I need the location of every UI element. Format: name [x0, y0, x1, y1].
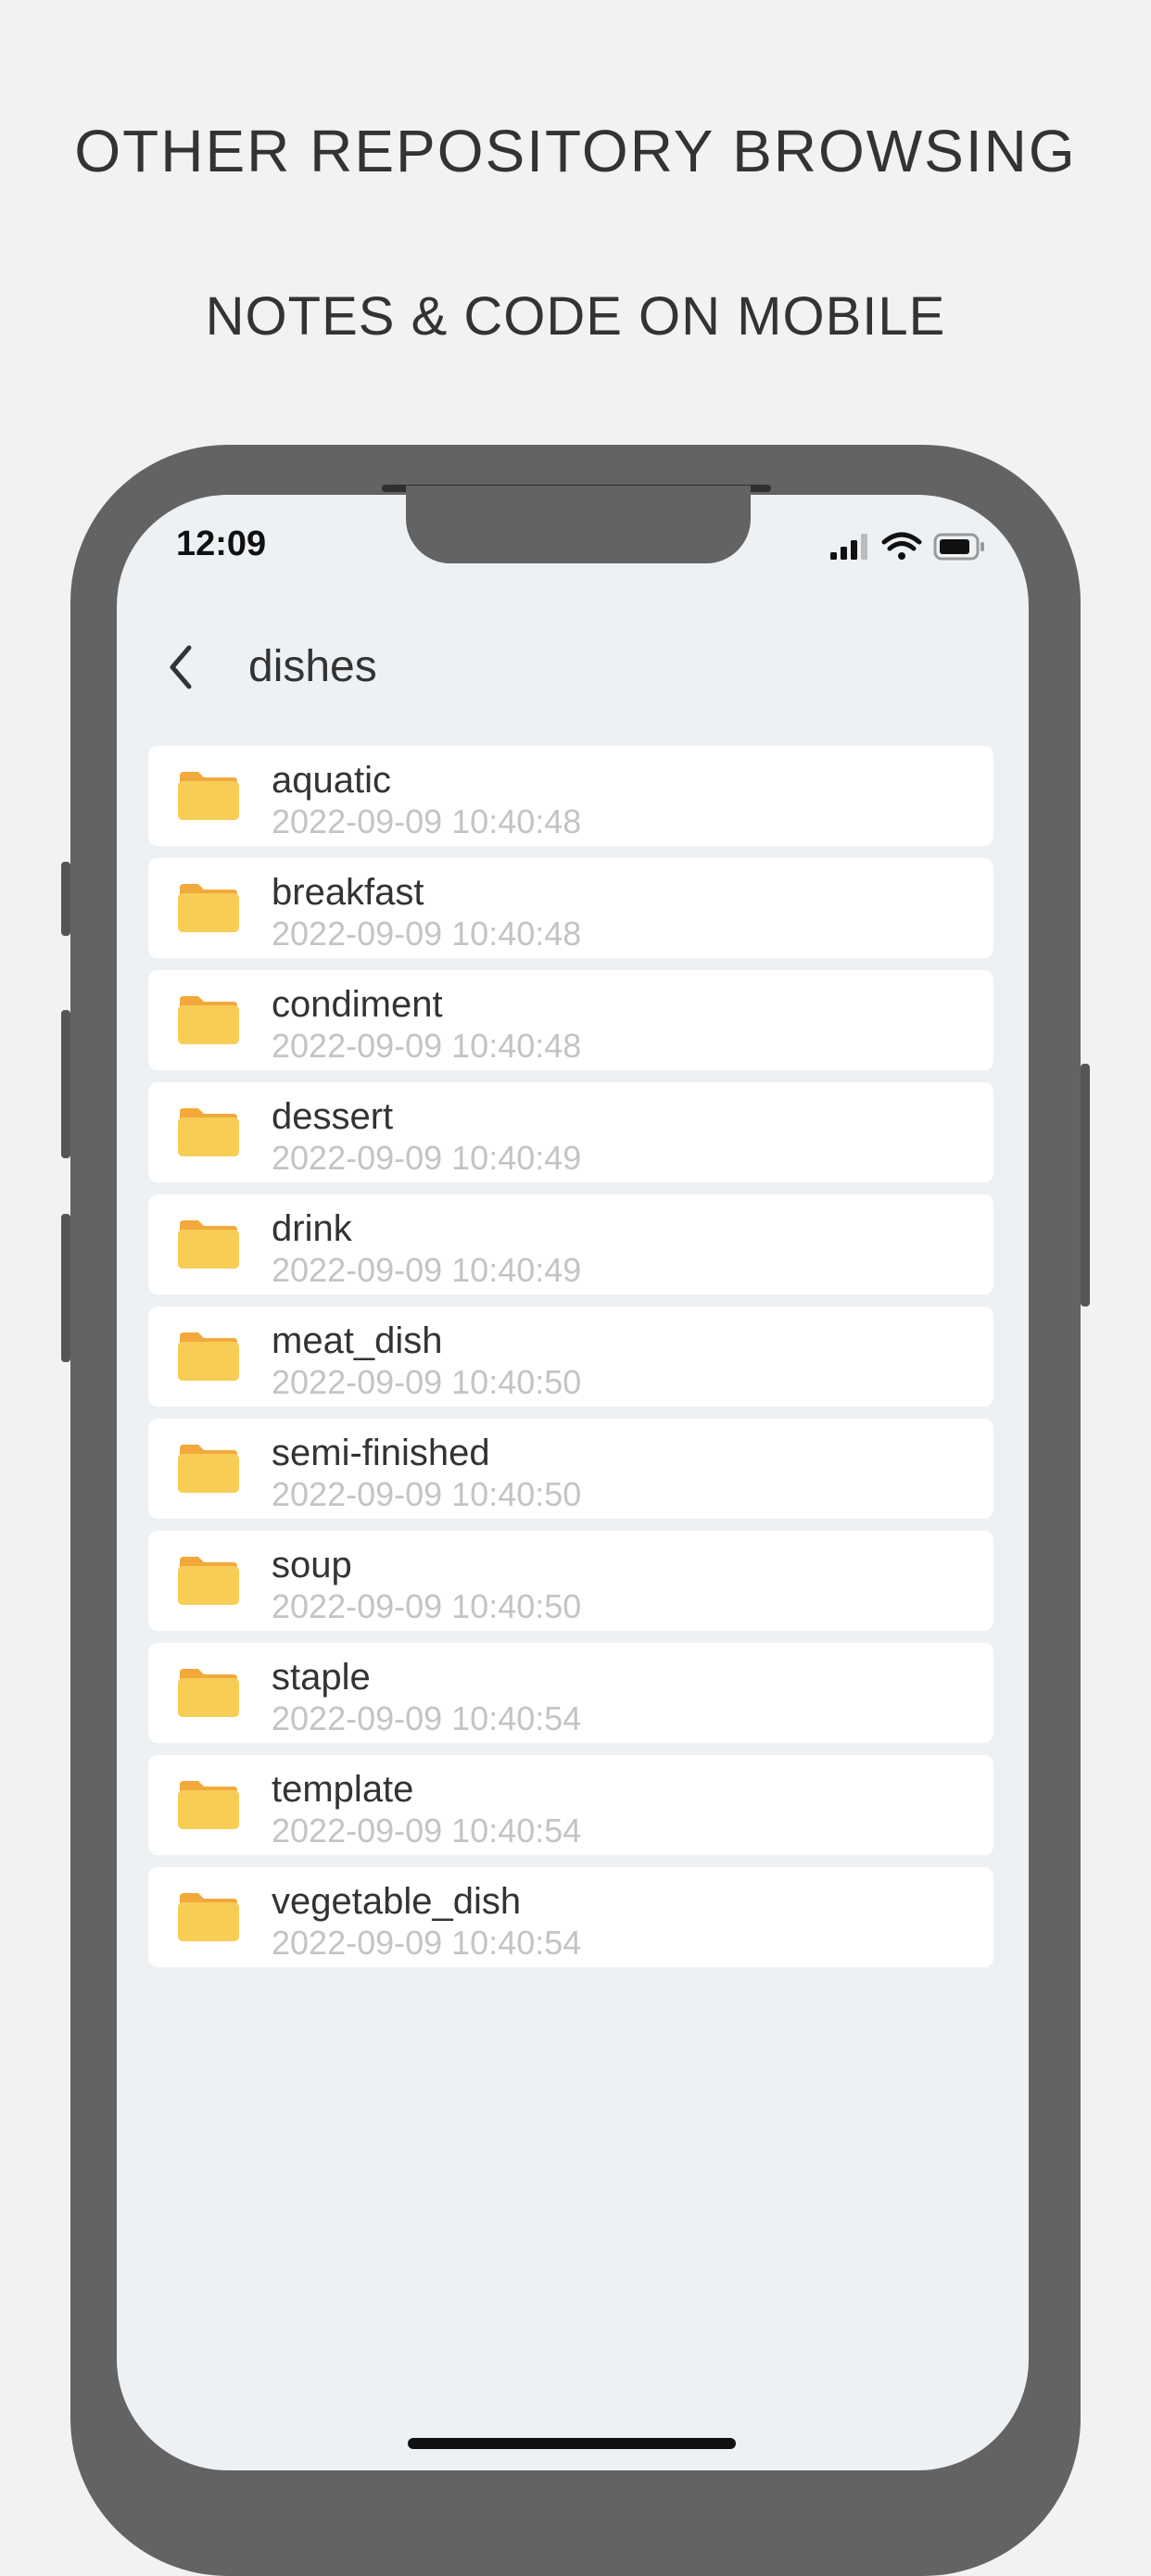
folder-date: 2022-09-09 10:40:48 — [272, 802, 582, 840]
folder-row[interactable]: vegetable_dish 2022-09-09 10:40:54 — [148, 1867, 993, 1967]
mute-switch — [61, 862, 70, 936]
volume-up-button — [61, 1010, 70, 1158]
folder-date: 2022-09-09 10:40:54 — [272, 1924, 582, 1962]
folder-icon — [178, 1220, 239, 1269]
folder-row[interactable]: meat_dish 2022-09-09 10:40:50 — [148, 1307, 993, 1407]
folder-name: semi-finished — [272, 1433, 490, 1473]
folder-name: condiment — [272, 984, 443, 1025]
folder-name: dessert — [272, 1096, 394, 1137]
folder-icon — [178, 884, 239, 932]
home-indicator[interactable] — [408, 2438, 736, 2449]
folder-date: 2022-09-09 10:40:50 — [272, 1587, 582, 1625]
folder-date: 2022-09-09 10:40:49 — [272, 1139, 582, 1177]
folder-date: 2022-09-09 10:40:48 — [272, 1027, 582, 1065]
folder-row[interactable]: semi-finished 2022-09-09 10:40:50 — [148, 1419, 993, 1519]
folder-date: 2022-09-09 10:40:48 — [272, 915, 582, 953]
folder-row[interactable]: aquatic 2022-09-09 10:40:48 — [148, 746, 993, 846]
folder-date: 2022-09-09 10:40:54 — [272, 1812, 582, 1850]
volume-down-button — [61, 1214, 70, 1362]
folder-name: breakfast — [272, 872, 424, 913]
folder-date: 2022-09-09 10:40:50 — [272, 1363, 582, 1401]
signal-icon — [830, 534, 867, 560]
folder-row[interactable]: dessert 2022-09-09 10:40:49 — [148, 1082, 993, 1182]
folder-row[interactable]: drink 2022-09-09 10:40:49 — [148, 1194, 993, 1294]
wifi-icon — [881, 532, 922, 560]
folder-name: staple — [272, 1657, 371, 1698]
power-button — [1081, 1064, 1090, 1307]
folder-list: aquatic 2022-09-09 10:40:48 breakfast 2022-… — [148, 746, 993, 1967]
battery-icon — [933, 533, 984, 561]
folder-row[interactable]: template 2022-09-09 10:40:54 — [148, 1755, 993, 1855]
folder-icon — [178, 996, 239, 1044]
promo-subtitle: NOTES & CODE ON MOBILE — [205, 286, 946, 347]
back-button[interactable] — [156, 639, 206, 695]
folder-row[interactable]: staple 2022-09-09 10:40:54 — [148, 1643, 993, 1743]
folder-icon — [178, 1781, 239, 1829]
chevron-left-icon — [170, 645, 192, 689]
folder-icon — [178, 1108, 239, 1156]
status-time: 12:09 — [176, 524, 267, 563]
folder-date: 2022-09-09 10:40:50 — [272, 1475, 582, 1513]
folder-icon — [178, 1893, 239, 1941]
folder-icon — [178, 772, 239, 820]
folder-name: vegetable_dish — [272, 1881, 522, 1922]
folder-icon — [178, 1445, 239, 1493]
folder-name: soup — [272, 1545, 352, 1585]
folder-date: 2022-09-09 10:40:49 — [272, 1251, 582, 1289]
status-icons — [830, 532, 984, 561]
folder-icon — [178, 1669, 239, 1717]
folder-icon — [178, 1557, 239, 1605]
folder-row[interactable]: breakfast 2022-09-09 10:40:48 — [148, 858, 993, 958]
folder-name: aquatic — [272, 760, 391, 801]
folder-name: drink — [272, 1208, 352, 1249]
promo-title: OTHER REPOSITORY BROWSING — [74, 118, 1077, 184]
folder-name: template — [272, 1769, 414, 1810]
folder-icon — [178, 1332, 239, 1381]
page-title: dishes — [248, 642, 377, 691]
folder-name: meat_dish — [272, 1320, 443, 1361]
folder-row[interactable]: condiment 2022-09-09 10:40:48 — [148, 970, 993, 1070]
notch — [406, 486, 751, 563]
folder-date: 2022-09-09 10:40:54 — [272, 1699, 582, 1737]
folder-row[interactable]: soup 2022-09-09 10:40:50 — [148, 1531, 993, 1631]
